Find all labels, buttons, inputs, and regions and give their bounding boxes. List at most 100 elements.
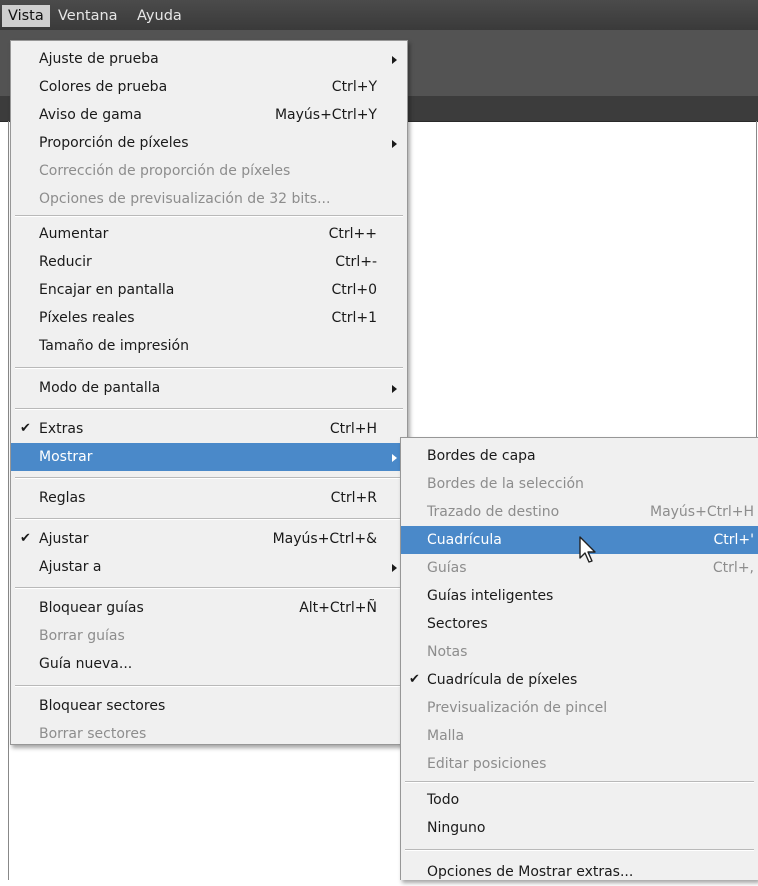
menu-item-pixeles-reales[interactable]: Píxeles reales Ctrl+1	[11, 304, 407, 332]
submenu-item-cuadricula-de-pixeles[interactable]: ✔ Cuadrícula de píxeles	[401, 666, 758, 694]
submenu-item-label: Guías	[427, 560, 467, 576]
menu-item-shortcut: Ctrl+R	[330, 490, 377, 506]
menu-item-correccion-de-proporcion-de-pixeles[interactable]: Corrección de proporción de píxeles	[11, 157, 407, 185]
submenu-item-ninguno[interactable]: Ninguno	[401, 814, 758, 842]
submenu-item-label: Cuadrícula de píxeles	[427, 672, 578, 688]
mostrar-submenu: Bordes de capa Bordes de la selección Traz…	[400, 437, 758, 880]
arrow-cursor-icon	[579, 536, 596, 563]
menu-item-reducir[interactable]: Reducir Ctrl+-	[11, 248, 407, 276]
submenu-item-label: Opciones de Mostrar extras...	[427, 864, 634, 880]
menu-item-shortcut: Ctrl++	[328, 226, 377, 242]
submenu-item-label: Notas	[427, 644, 468, 660]
menu-vista[interactable]: Vista	[2, 5, 50, 27]
menu-item-label: Aviso de gama	[39, 107, 142, 123]
submenu-item-editar-posiciones[interactable]: Editar posiciones	[401, 750, 758, 778]
menu-item-shortcut: Alt+Ctrl+Ñ	[299, 600, 377, 616]
menu-item-label: Encajar en pantalla	[39, 282, 175, 298]
menu-item-colores-de-prueba[interactable]: Colores de prueba Ctrl+Y	[11, 73, 407, 101]
menu-item-label: Reglas	[39, 490, 86, 506]
submenu-item-trazado-de-destino[interactable]: Trazado de destino Mayús+Ctrl+H	[401, 498, 758, 526]
menu-item-modo-de-pantalla[interactable]: Modo de pantalla	[11, 374, 407, 402]
menu-item-label: Corrección de proporción de píxeles	[39, 163, 291, 179]
menu-item-bloquear-guias[interactable]: Bloquear guías Alt+Ctrl+Ñ	[11, 594, 407, 622]
menu-item-shortcut: Mayús+Ctrl+Y	[274, 107, 377, 123]
menu-item-tamano-de-impresion[interactable]: Tamaño de impresión	[11, 332, 407, 360]
menu-item-ajustar-a[interactable]: Ajustar a	[11, 553, 407, 581]
submenu-item-bordes-de-la-seleccion[interactable]: Bordes de la selección	[401, 470, 758, 498]
submenu-item-bordes-de-capa[interactable]: Bordes de capa	[401, 442, 758, 470]
menu-separator	[15, 408, 403, 410]
menu-item-borrar-sectores[interactable]: Borrar sectores	[11, 720, 407, 748]
menu-item-extras[interactable]: ✔ Extras Ctrl+H	[11, 415, 407, 443]
checkmark-icon: ✔	[409, 672, 420, 687]
menu-bar: Vista Ventana Ayuda	[0, 0, 758, 31]
menu-separator	[405, 781, 754, 783]
menu-item-mostrar[interactable]: Mostrar	[11, 443, 407, 471]
menu-item-reglas[interactable]: Reglas Ctrl+R	[11, 484, 407, 512]
menu-item-aviso-de-gama[interactable]: Aviso de gama Mayús+Ctrl+Y	[11, 101, 407, 129]
menu-item-aumentar[interactable]: Aumentar Ctrl++	[11, 220, 407, 248]
menu-item-shortcut: Ctrl+-	[335, 254, 377, 270]
menu-separator	[15, 518, 403, 520]
submenu-item-malla[interactable]: Malla	[401, 722, 758, 750]
submenu-item-label: Sectores	[427, 616, 488, 632]
menu-item-label: Borrar sectores	[39, 726, 147, 742]
menu-item-shortcut: Ctrl+Y	[331, 79, 377, 95]
menu-item-label: Tamaño de impresión	[39, 338, 189, 354]
submenu-item-opciones-de-mostrar-extras[interactable]: Opciones de Mostrar extras...	[401, 858, 758, 886]
submenu-item-label: Previsualización de pincel	[427, 700, 608, 716]
submenu-arrow-icon	[392, 385, 397, 393]
checkmark-icon: ✔	[20, 421, 31, 436]
menu-separator	[15, 685, 403, 687]
submenu-item-sectores[interactable]: Sectores	[401, 610, 758, 638]
menu-item-label: Aumentar	[39, 226, 109, 242]
menu-item-label: Guía nueva...	[39, 656, 133, 672]
menu-item-label: Reducir	[39, 254, 92, 270]
menu-item-bloquear-sectores[interactable]: Bloquear sectores	[11, 692, 407, 720]
menu-separator	[15, 587, 403, 589]
submenu-item-todo[interactable]: Todo	[401, 786, 758, 814]
submenu-item-label: Bordes de capa	[427, 448, 536, 464]
submenu-item-label: Trazado de destino	[427, 504, 560, 520]
menu-item-shortcut: Ctrl+H	[329, 421, 377, 437]
menu-item-label: Ajustar a	[39, 559, 102, 575]
menu-item-label: Opciones de previsualización de 32 bits.…	[39, 191, 331, 207]
submenu-item-notas[interactable]: Notas	[401, 638, 758, 666]
menu-item-borrar-guias[interactable]: Borrar guías	[11, 622, 407, 650]
menu-item-label: Bloquear sectores	[39, 698, 166, 714]
menu-ayuda[interactable]: Ayuda	[131, 5, 188, 27]
menu-item-encajar-en-pantalla[interactable]: Encajar en pantalla Ctrl+0	[11, 276, 407, 304]
menu-item-label: Borrar guías	[39, 628, 125, 644]
submenu-item-previsualizacion-de-pincel[interactable]: Previsualización de pincel	[401, 694, 758, 722]
menu-item-shortcut: Mayús+Ctrl+&	[272, 531, 377, 547]
submenu-arrow-icon	[392, 454, 397, 462]
submenu-arrow-icon	[392, 140, 397, 148]
menu-item-guia-nueva[interactable]: Guía nueva...	[11, 650, 407, 678]
menu-separator	[15, 215, 403, 217]
menu-item-label: Modo de pantalla	[39, 380, 161, 396]
menu-item-label: Proporción de píxeles	[39, 135, 189, 151]
menu-item-ajustar[interactable]: ✔ Ajustar Mayús+Ctrl+&	[11, 525, 407, 553]
menu-separator	[405, 849, 754, 851]
menu-item-label: Ajustar	[39, 531, 89, 547]
menu-item-label: Píxeles reales	[39, 310, 135, 326]
menu-item-opciones-de-previsualizacion-de-32-bits[interactable]: Opciones de previsualización de 32 bits.…	[11, 185, 407, 213]
menu-item-label: Bloquear guías	[39, 600, 144, 616]
submenu-arrow-icon	[392, 564, 397, 572]
submenu-item-label: Todo	[427, 792, 460, 808]
menu-item-ajuste-de-prueba[interactable]: Ajuste de prueba	[11, 45, 407, 73]
menu-ventana[interactable]: Ventana	[52, 5, 124, 27]
submenu-item-label: Malla	[427, 728, 465, 744]
submenu-item-shortcut: Mayús+Ctrl+H	[649, 504, 754, 520]
menu-item-proporcion-de-pixeles[interactable]: Proporción de píxeles	[11, 129, 407, 157]
checkmark-icon: ✔	[20, 531, 31, 546]
submenu-item-label: Editar posiciones	[427, 756, 547, 772]
submenu-arrow-icon	[392, 56, 397, 64]
menu-separator	[15, 367, 403, 369]
submenu-item-shortcut: Ctrl+'	[713, 532, 755, 548]
submenu-item-guias-inteligentes[interactable]: Guías inteligentes	[401, 582, 758, 610]
submenu-item-label: Ninguno	[427, 820, 486, 836]
vista-dropdown-menu: Ajuste de prueba Colores de prueba Ctrl+Y A…	[10, 40, 408, 745]
menu-item-shortcut: Ctrl+1	[331, 310, 377, 326]
menu-item-label: Ajuste de prueba	[39, 51, 159, 67]
